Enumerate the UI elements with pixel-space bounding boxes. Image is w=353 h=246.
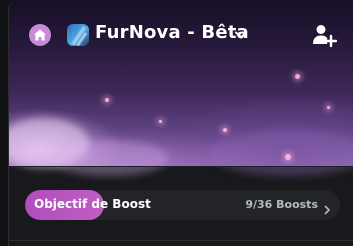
chevron-right-icon	[322, 200, 332, 215]
server-header: FurNova - Bêta	[9, 0, 353, 48]
app-root: FurNova - Bêta Objectif de Boost 9/36 Bo…	[0, 0, 353, 246]
add-user-icon	[313, 25, 338, 48]
chevron-down-icon[interactable]	[233, 27, 249, 43]
banner-sparkle	[327, 106, 330, 109]
server-panel: FurNova - Bêta Objectif de Boost 9/36 Bo…	[8, 0, 353, 246]
server-avatar-art	[71, 26, 87, 46]
banner-divider	[9, 166, 353, 167]
server-name[interactable]: FurNova - Bêta	[95, 22, 249, 43]
banner-sparkle	[105, 98, 109, 102]
banner-sparkle	[285, 154, 291, 160]
banner-cloud	[209, 130, 353, 176]
home-icon[interactable]	[29, 24, 51, 46]
banner-cloud	[49, 140, 169, 176]
invite-people-button[interactable]	[311, 22, 338, 48]
boost-goal-label: Objectif de Boost	[34, 197, 151, 211]
banner-sparkle	[223, 128, 227, 132]
boost-count: 9/36 Boosts	[245, 198, 318, 211]
bottom-divider	[9, 240, 353, 241]
banner-sparkle	[295, 74, 300, 79]
boost-goal-bar[interactable]: Objectif de Boost 9/36 Boosts	[25, 190, 340, 220]
server-avatar[interactable]	[67, 24, 89, 46]
banner-sparkle	[159, 120, 162, 123]
home-icon-glyph	[34, 29, 46, 41]
